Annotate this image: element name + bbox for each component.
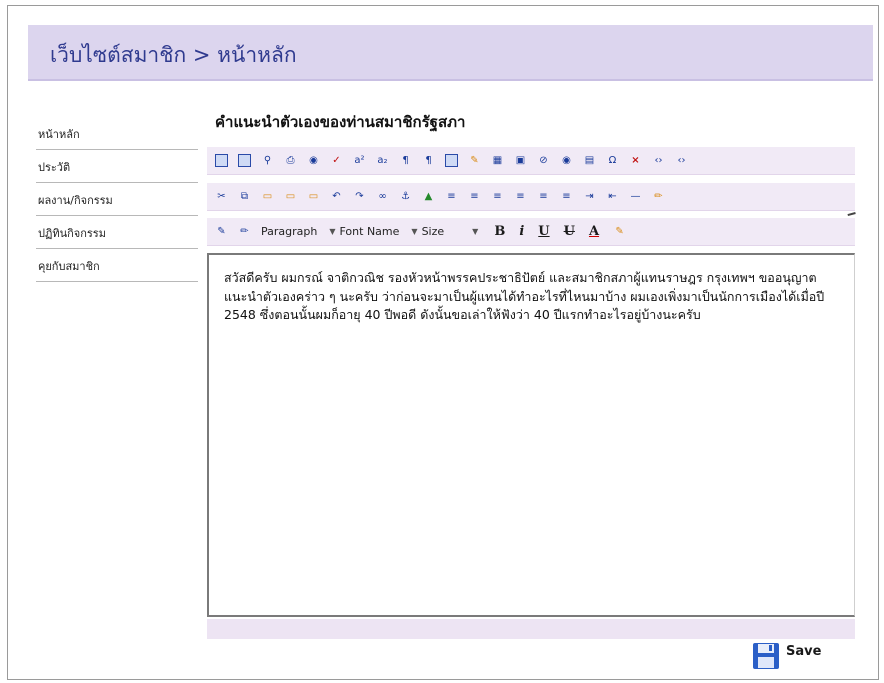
align-center-icon[interactable]: ≡ — [468, 190, 481, 203]
font-size-select[interactable]: ▼ Size — [411, 225, 444, 238]
form-icon[interactable] — [445, 154, 458, 167]
undo-icon[interactable]: ↶ — [330, 190, 343, 203]
template-icon[interactable]: ▤ — [583, 154, 596, 167]
code-icon[interactable]: ‹› — [675, 154, 688, 167]
style-icon[interactable]: ✎ — [215, 225, 228, 238]
indent-icon[interactable]: ⇥ — [583, 190, 596, 203]
subscript-icon[interactable]: a₂ — [376, 154, 389, 167]
redo-icon[interactable]: ↷ — [353, 190, 366, 203]
sidebar-item-profile[interactable]: ประวัติ — [36, 150, 198, 183]
find-icon[interactable]: ◉ — [307, 154, 320, 167]
section-title: คำแนะนำตัวเองของท่านสมาชิกรัฐสภา — [215, 113, 466, 131]
editor-toolbar-row-1: ⚲ ⎙ ◉ ✓ a² a₂ ¶ ¶ ✎ ▦ ▣ ⊘ ◉ ▤ Ω × ‹› ‹› — [207, 147, 855, 175]
sidebar-item-calendar[interactable]: ปฏิทินกิจกรรม — [36, 216, 198, 249]
edit-form-icon[interactable]: ✎ — [468, 154, 481, 167]
block-format-select[interactable]: Paragraph — [261, 225, 317, 238]
special-char-icon[interactable]: Ω — [606, 154, 619, 167]
page-header: เว็บไซต์สมาชิก > หน้าหลัก — [28, 25, 873, 81]
table-icon[interactable]: ▦ — [491, 154, 504, 167]
copy-icon[interactable]: ⧉ — [238, 190, 251, 203]
horizontal-rule-icon[interactable]: — — [629, 190, 642, 203]
media-icon[interactable]: ◉ — [560, 154, 573, 167]
underline-button[interactable]: U — [538, 224, 549, 239]
ltr-icon[interactable]: ¶ — [399, 154, 412, 167]
sidebar-item-chat[interactable]: คุยกับสมาชิก — [36, 249, 198, 282]
superscript-icon[interactable]: a² — [353, 154, 366, 167]
block-format-value: Paragraph — [261, 225, 318, 238]
italic-button[interactable]: i — [519, 224, 524, 239]
justify-icon[interactable]: ≡ — [514, 190, 527, 203]
paste-text-icon[interactable]: ▭ — [284, 190, 297, 203]
print-icon[interactable]: ⎙ — [284, 154, 297, 167]
strikethrough-button[interactable]: U — [564, 224, 575, 239]
save-label: Save — [786, 644, 822, 659]
remove-format-icon[interactable]: × — [629, 154, 642, 167]
page-title: เว็บไซต์สมาชิก > หน้าหลัก — [50, 43, 297, 67]
rtl-icon[interactable]: ¶ — [422, 154, 435, 167]
font-style-icon[interactable]: ✏ — [238, 225, 251, 238]
ordered-list-icon[interactable]: ≡ — [537, 190, 550, 203]
source-icon[interactable]: ‹› — [652, 154, 665, 167]
iframe-icon[interactable]: ▣ — [514, 154, 527, 167]
font-name-select[interactable]: ▼ Font Name — [329, 225, 399, 238]
editor-text[interactable]: สวัสดีครับ ผมกรณ์ จาติกวณิช รองหัวหน้าพร… — [224, 269, 834, 325]
flash-icon[interactable]: ⊘ — [537, 154, 550, 167]
paste-icon[interactable]: ▭ — [261, 190, 274, 203]
sidebar: หน้าหลัก ประวัติ ผลงาน/กิจกรรม ปฏิทินกิจ… — [36, 116, 198, 282]
preview-icon[interactable]: ⚲ — [261, 154, 274, 167]
new-page-icon[interactable] — [238, 154, 251, 167]
paste-word-icon[interactable]: ▭ — [307, 190, 320, 203]
align-left-icon[interactable]: ≡ — [445, 190, 458, 203]
cut-icon[interactable]: ✂ — [215, 190, 228, 203]
editor-status-bar — [207, 619, 855, 639]
sidebar-item-home[interactable]: หน้าหลัก — [36, 116, 198, 150]
bold-button[interactable]: B — [494, 224, 505, 239]
chevron-down-icon: ▼ — [472, 227, 479, 236]
font-name-value: Font Name — [339, 225, 400, 238]
floppy-disk-icon — [753, 643, 779, 669]
spellcheck-icon[interactable]: ✓ — [330, 154, 343, 167]
save-doc-icon[interactable] — [215, 154, 228, 167]
eraser-icon[interactable]: ✏ — [652, 190, 665, 203]
anchor-icon[interactable]: ⚓ — [399, 190, 412, 203]
format-dropdown[interactable]: ▼ — [456, 227, 482, 236]
unordered-list-icon[interactable]: ≡ — [560, 190, 573, 203]
link-icon[interactable]: ∞ — [376, 190, 389, 203]
editor-content-area[interactable]: สวัสดีครับ ผมกรณ์ จาติกวณิช รองหัวหน้าพร… — [207, 253, 855, 617]
sidebar-item-works[interactable]: ผลงาน/กิจกรรม — [36, 183, 198, 216]
editor-toolbar-row-2: ✂ ⧉ ▭ ▭ ▭ ↶ ↷ ∞ ⚓ ▲ ≡ ≡ ≡ ≡ ≡ ≡ ⇥ ⇤ — ✏ — [207, 183, 855, 211]
align-right-icon[interactable]: ≡ — [491, 190, 504, 203]
chevron-down-icon: ▼ — [411, 227, 418, 236]
save-button[interactable]: Save — [752, 642, 821, 670]
editor-toolbar-row-3: ✎ ✏ Paragraph ▼ Font Name ▼ Size ▼ B i U U… — [207, 218, 855, 246]
text-color-button[interactable]: A — [589, 224, 599, 239]
chevron-down-icon: ▼ — [329, 227, 336, 236]
image-icon[interactable]: ▲ — [422, 190, 435, 203]
outdent-icon[interactable]: ⇤ — [606, 190, 619, 203]
highlight-icon[interactable]: ✎ — [613, 225, 626, 238]
font-size-value: Size — [421, 225, 445, 238]
